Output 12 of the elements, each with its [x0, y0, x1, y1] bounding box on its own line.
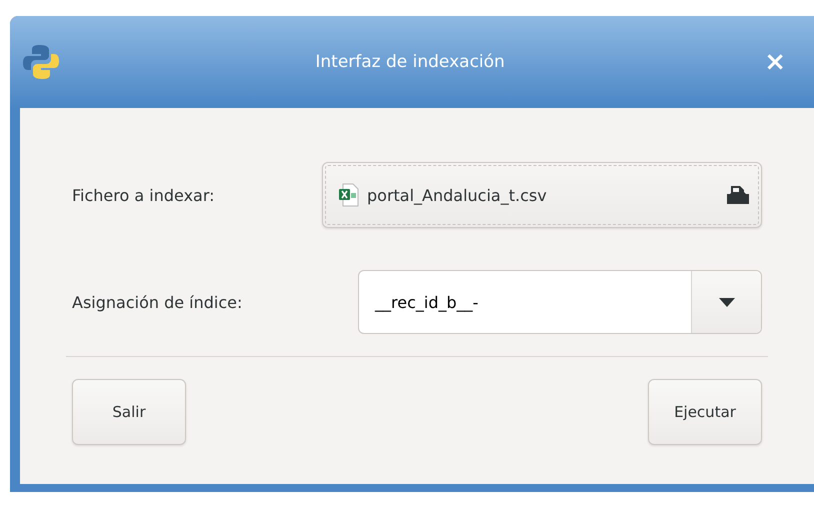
- folder-icon: [727, 185, 749, 205]
- spreadsheet-file-icon: [339, 183, 359, 207]
- exit-button[interactable]: Salir: [72, 379, 186, 445]
- file-label: Fichero a indexar:: [72, 186, 215, 204]
- file-chooser-button[interactable]: portal_Andalucia_t.csv: [322, 162, 762, 228]
- index-combo-box[interactable]: __rec_id_b__-: [358, 270, 762, 334]
- index-label: Asignación de índice:: [72, 292, 242, 312]
- dropdown-button[interactable]: [691, 271, 761, 333]
- python-logo-icon: [22, 43, 60, 81]
- run-button[interactable]: Ejecutar: [648, 379, 762, 445]
- window-title: Interfaz de indexación: [314, 52, 506, 72]
- caret-icon: [718, 298, 734, 306]
